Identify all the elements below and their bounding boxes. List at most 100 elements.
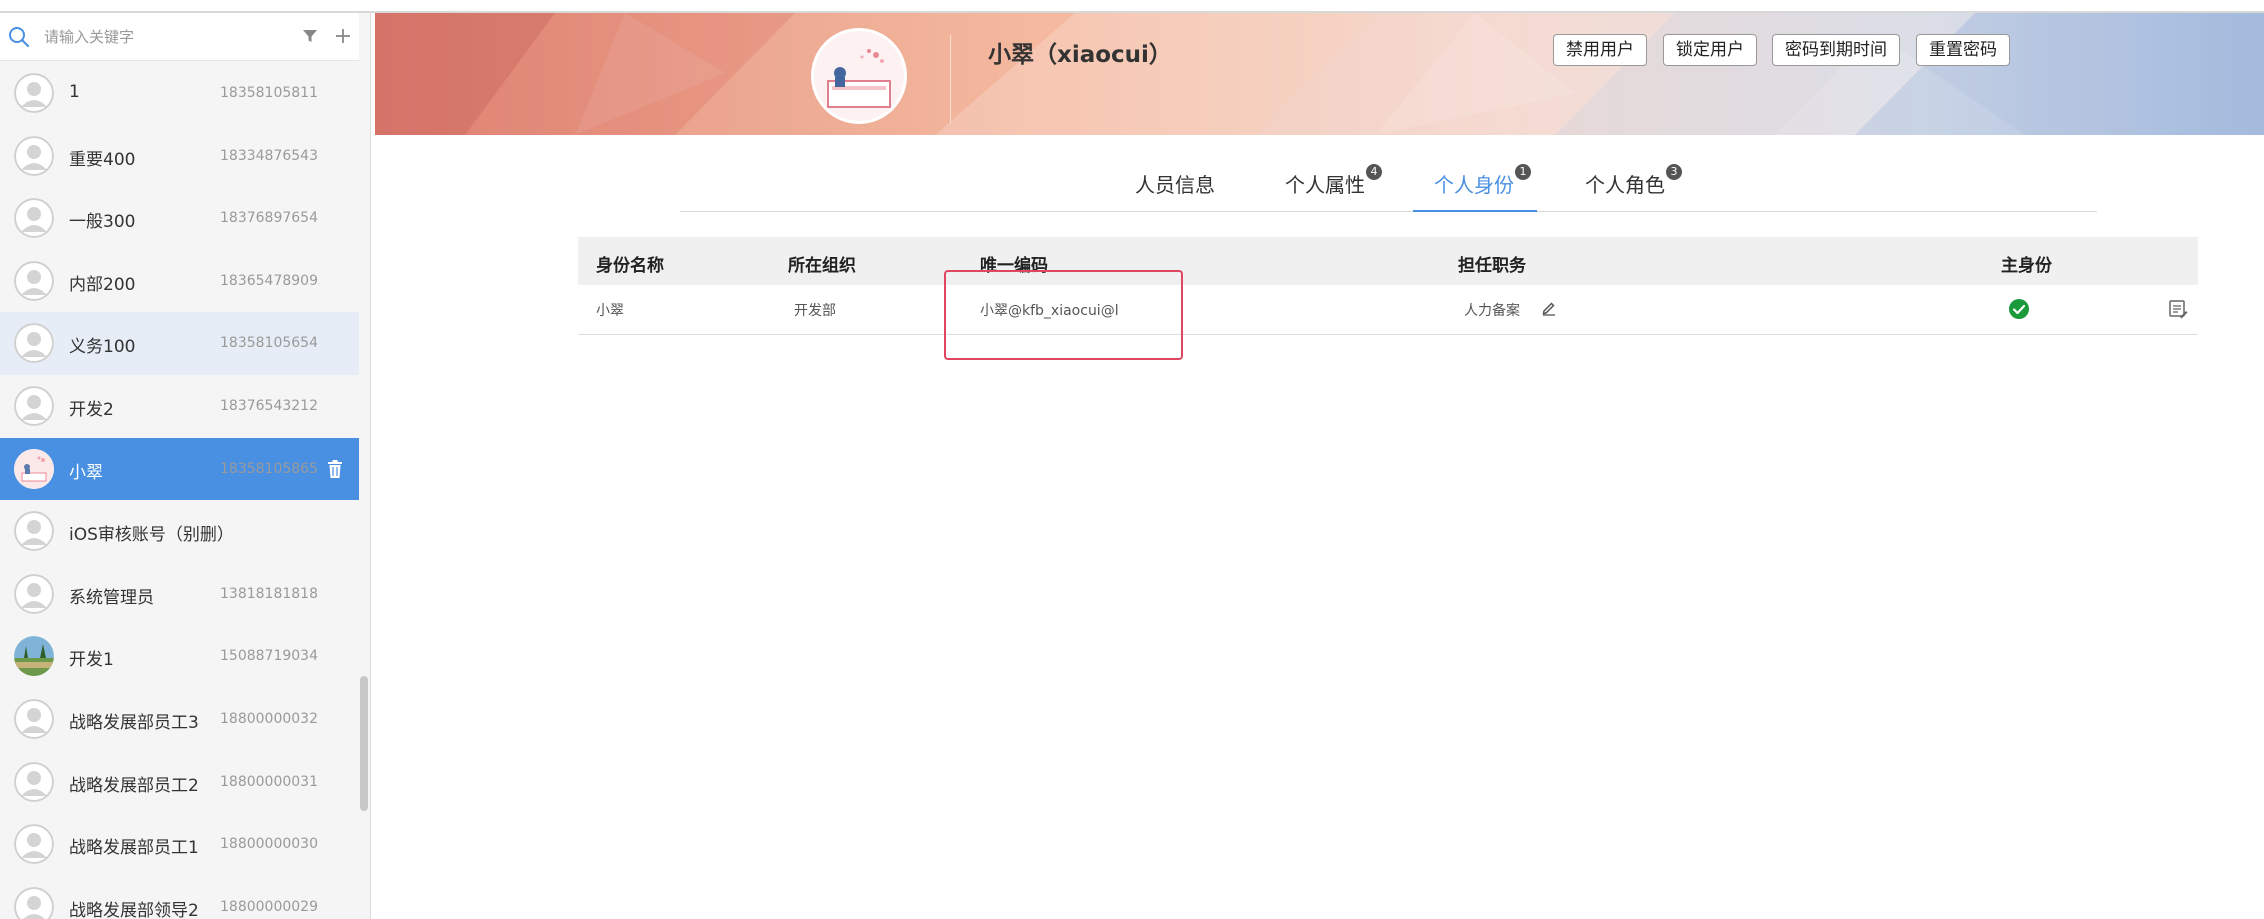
search-icon[interactable] [8,26,30,48]
user-name: 战略发展部领导2 [69,900,199,919]
default-avatar-icon [14,323,54,364]
user-sidebar: 1 18358105811 重要400 18334876543 一般300 18… [0,13,371,919]
user-list: 1 18358105811 重要400 18334876543 一般300 18… [0,62,359,919]
user-list-item-selected[interactable]: 小翠 18358105865 [0,437,359,501]
table-row[interactable]: 小翠 开发部 小翠@kfb_xiaocui@l 人力备案 [578,285,2198,335]
default-avatar-icon [14,511,54,552]
table-header: 身份名称 所在组织 唯一编码 担任职务 主身份 [578,237,2198,285]
cell-organization: 开发部 [794,303,836,319]
user-list-item[interactable]: 一般300 18376897654 [0,187,359,250]
user-phone: 18334876543 [220,147,318,164]
user-list-item[interactable]: 系统管理员 13818181818 [0,563,359,626]
user-photo-avatar [14,636,54,677]
user-list-item[interactable]: 义务100 18358105654 [0,312,359,375]
tab-personal-attributes[interactable]: 个人属性 4 [1285,160,1405,212]
profile-photo-avatar[interactable] [811,28,907,124]
user-phone: 18800000032 [220,710,318,727]
tab-label: 个人属性 [1285,173,1365,197]
column-header-identity-name: 身份名称 [596,256,664,276]
user-list-item[interactable]: 战略发展部领导2 18800000029 [0,876,359,919]
profile-banner: 小翠（xiaocui） 禁用用户 锁定用户 密码到期时间 重置密码 [375,13,2264,135]
user-phone: 15088719034 [220,648,318,665]
user-phone: 18376543212 [220,397,318,414]
password-expiry-button[interactable]: 密码到期时间 [1772,34,1900,66]
user-list-item[interactable]: 重要400 18334876543 [0,125,359,188]
column-header-unique-code: 唯一编码 [980,256,1048,276]
user-list-item[interactable]: 开发1 15088719034 [0,625,359,688]
column-header-position: 担任职务 [1458,256,1526,276]
user-list-item[interactable]: iOS审核账号（别删） [0,500,359,563]
column-header-primary-identity: 主身份 [2001,256,2052,276]
cell-identity-name: 小翠 [596,303,624,319]
user-name: 战略发展部员工3 [69,712,199,733]
user-list-item[interactable]: 开发2 18376543212 [0,375,359,438]
profile-tabs: 人员信息 个人属性 4 个人身份 1 个人角色 3 [680,160,2097,212]
user-name: 开发2 [69,399,114,420]
default-avatar-icon [14,761,54,802]
tab-badge: 1 [1515,164,1531,180]
user-name: 系统管理员 [69,587,154,608]
user-phone: 18800000029 [220,898,318,915]
tab-personal-roles[interactable]: 个人角色 3 [1585,160,1705,212]
edit-document-icon[interactable] [2168,299,2188,319]
user-name: 重要400 [69,149,136,170]
user-phone: 18800000030 [220,836,318,853]
user-list-item[interactable]: 战略发展部员工2 18800000031 [0,751,359,814]
user-list-item[interactable]: 战略发展部员工1 18800000030 [0,813,359,876]
tab-badge: 3 [1666,164,1682,180]
plus-icon[interactable] [334,27,352,45]
filter-icon[interactable] [302,28,318,44]
trash-icon[interactable] [326,459,344,479]
user-name: 内部200 [69,274,136,295]
default-avatar-icon [14,198,54,239]
default-avatar-icon [14,698,54,739]
tab-personal-identity[interactable]: 个人身份 1 [1413,160,1537,212]
column-header-organization: 所在组织 [788,256,856,276]
disable-user-button[interactable]: 禁用用户 [1553,34,1647,66]
user-list-item[interactable]: 战略发展部员工3 18800000032 [0,688,359,751]
default-avatar-icon [14,135,54,176]
user-name: 开发1 [69,650,114,671]
search-input[interactable] [44,23,284,51]
default-avatar-icon [14,824,54,865]
top-border [0,0,2264,13]
cell-unique-code: 小翠@kfb_xiaocui@l [980,303,1119,319]
user-name: 1 [69,82,80,102]
user-name: 义务100 [69,337,136,358]
app-window: 1 18358105811 重要400 18334876543 一般300 18… [0,0,2264,919]
tab-label: 个人身份 [1434,173,1514,197]
search-bar [0,13,359,61]
user-name: 战略发展部员工1 [69,838,199,859]
user-phone: 18365478909 [220,272,318,289]
tab-label: 个人角色 [1585,173,1665,197]
tab-label: 人员信息 [1135,173,1215,197]
user-name: 一般300 [69,212,136,233]
user-name: 战略发展部员工2 [69,775,199,796]
tab-badge: 4 [1366,164,1382,180]
user-list-item[interactable]: 1 18358105811 [0,62,359,125]
user-phone: 13818181818 [220,585,318,602]
user-phone: 18800000031 [220,773,318,790]
identity-table: 身份名称 所在组织 唯一编码 担任职务 主身份 小翠 开发部 小翠@kfb_xi… [578,237,2198,335]
user-name: iOS审核账号（别删） [69,525,234,546]
default-avatar-icon [14,73,54,113]
header-divider [950,35,951,123]
lock-user-button[interactable]: 锁定用户 [1663,34,1757,66]
sidebar-scrollbar-thumb[interactable] [360,676,368,811]
user-phone: 18376897654 [220,210,318,227]
user-photo-avatar [14,448,54,489]
default-avatar-icon [14,260,54,301]
edit-pencil-icon[interactable] [1541,300,1557,316]
banner-background [375,13,2264,135]
default-avatar-icon [14,573,54,614]
profile-name: 小翠（xiaocui） [988,42,1172,68]
reset-password-button[interactable]: 重置密码 [1916,34,2010,66]
user-list-item[interactable]: 内部200 18365478909 [0,250,359,313]
user-phone: 18358105811 [220,85,318,101]
primary-check-icon [2009,299,2029,319]
user-phone: 18358105654 [220,335,318,352]
cell-position: 人力备案 [1464,303,1520,319]
tab-personnel-info[interactable]: 人员信息 [1135,160,1257,212]
user-name: 小翠 [69,462,103,483]
user-phone: 18358105865 [220,460,318,477]
